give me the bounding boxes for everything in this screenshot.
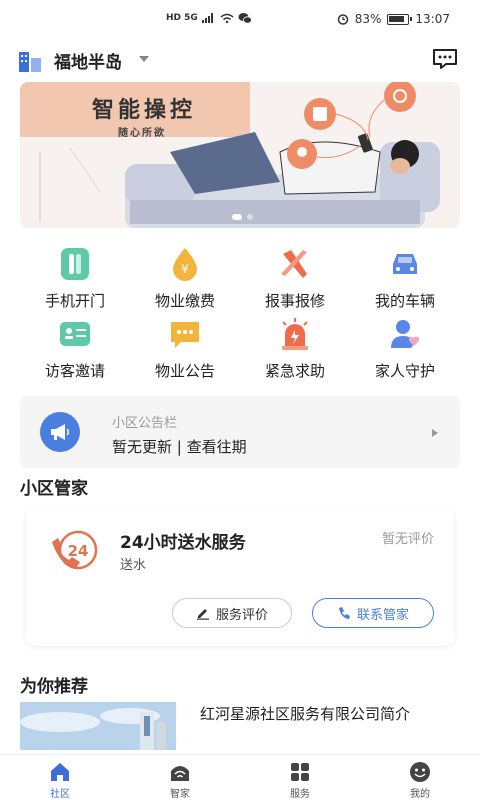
clock: 13:07 — [415, 12, 450, 26]
section-title-butler: 小区管家 — [20, 479, 88, 499]
door-icon — [61, 248, 89, 280]
community-selector[interactable]: 福地半岛 — [54, 48, 122, 73]
grid-label: 报事报修 — [264, 292, 325, 310]
chevron-down-icon[interactable] — [139, 56, 149, 62]
tab-smart-home[interactable]: 智家 — [120, 755, 240, 800]
wifi-icon — [220, 13, 234, 23]
notice-board[interactable]: 小区公告栏 暂无更新 | 查看往期 — [20, 396, 460, 468]
banner-illustration — [20, 82, 460, 228]
grid-row-2: 访客邀请 物业公告 紧急求助 家人守护 — [20, 316, 460, 386]
tab-community[interactable]: 社区 — [0, 755, 120, 800]
megaphone-icon — [40, 412, 80, 452]
car-icon — [393, 254, 417, 274]
signal-icon — [201, 13, 213, 23]
grid-label: 家人守护 — [374, 362, 435, 380]
evaluate-button[interactable]: 服务评价 — [172, 598, 292, 628]
tab-services[interactable]: 服务 — [240, 755, 360, 800]
grid-item-property-notice[interactable]: 物业公告 — [130, 316, 240, 386]
grid-item-repair[interactable]: 报事报修 — [240, 246, 350, 316]
grid-label: 访客邀请 — [44, 362, 105, 380]
service-rating: 暂无评价 — [381, 532, 434, 547]
heart-user-icon — [391, 320, 420, 348]
notice-link[interactable]: 暂无更新 | 查看往期 — [112, 436, 247, 457]
chevron-right-icon — [432, 429, 438, 437]
battery-percent: 83% — [354, 12, 382, 26]
wrench-icon — [281, 250, 307, 278]
contact-butler-button[interactable]: 联系管家 — [312, 598, 434, 628]
message-icon[interactable] — [432, 48, 458, 70]
grid-label: 物业公告 — [154, 362, 215, 380]
tab-mine[interactable]: 我的 — [360, 755, 480, 800]
alarm-icon — [337, 14, 348, 25]
grid-row-1: 手机开门 ¥ 物业缴费 报事报修 我的车辆 — [20, 246, 460, 316]
notice-title: 小区公告栏 — [112, 416, 178, 431]
tab-label: 我的 — [410, 789, 430, 800]
tab-label: 社区 — [50, 789, 70, 800]
service-category: 送水 — [120, 558, 147, 573]
grid-label: 物业缴费 — [154, 292, 215, 310]
function-grid: 手机开门 ¥ 物业缴费 报事报修 我的车辆 访客邀请 物业公告 紧急求助 家人守… — [20, 246, 460, 386]
recommend-title[interactable]: 红河星源社区服务有限公司简介 — [200, 704, 450, 724]
section-title-recommend: 为你推荐 — [20, 677, 88, 697]
phone-24h-icon: 24 — [52, 530, 98, 570]
pencil-icon — [196, 609, 209, 620]
service-card[interactable]: 24 24小时送水服务 送水 暂无评价 服务评价 联系管家 — [26, 508, 454, 646]
promo-banner[interactable]: 智能操控 随心所欲 — [20, 82, 460, 228]
grid-item-emergency[interactable]: 紧急求助 — [240, 316, 350, 386]
yen-drop-icon: ¥ — [173, 248, 197, 281]
banner-subtitle: 随心所欲 — [118, 128, 166, 139]
banner-pagination — [232, 214, 253, 220]
grid-label: 我的车辆 — [374, 292, 435, 310]
network-label: HD 5G — [166, 13, 198, 23]
banner-dot-active[interactable] — [232, 214, 242, 220]
siren-icon — [282, 318, 308, 350]
grid-label: 紧急求助 — [264, 362, 325, 380]
status-signal: HD 5G — [166, 12, 252, 24]
tab-label: 智家 — [170, 789, 190, 800]
chat-bubble-icon — [171, 322, 199, 348]
banner-dot[interactable] — [247, 214, 253, 220]
phone-icon — [338, 607, 350, 619]
id-card-icon — [60, 322, 90, 346]
banner-title: 智能操控 — [92, 98, 197, 123]
status-bar: HD 5G 83% 13:07 — [0, 0, 480, 40]
status-right: 83% 13:07 — [337, 12, 450, 26]
contact-label: 联系管家 — [356, 607, 409, 623]
wechat-icon — [238, 13, 252, 24]
grid-label: 手机开门 — [44, 292, 105, 310]
grid-item-my-car[interactable]: 我的车辆 — [350, 246, 460, 316]
icon-24-text: 24 — [68, 542, 89, 560]
grid-item-phone-door[interactable]: 手机开门 — [20, 246, 130, 316]
evaluate-label: 服务评价 — [215, 607, 268, 623]
wifi-home-icon — [171, 766, 189, 781]
grid-item-visitor-invite[interactable]: 访客邀请 — [20, 316, 130, 386]
face-icon — [410, 762, 430, 782]
grid-item-property-fee[interactable]: ¥ 物业缴费 — [130, 246, 240, 316]
tab-label: 服务 — [290, 789, 310, 800]
svg-text:¥: ¥ — [181, 262, 189, 276]
service-title: 24小时送水服务 — [120, 533, 246, 553]
battery-icon — [387, 13, 413, 25]
bottom-tab-bar: 社区 智家 服务 我的 — [0, 754, 480, 800]
header: 福地半岛 — [0, 42, 480, 78]
grid-item-family-guard[interactable]: 家人守护 — [350, 316, 460, 386]
grid-icon — [291, 763, 309, 781]
home-icon — [51, 763, 69, 781]
building-logo-icon — [19, 52, 41, 72]
recommend-image[interactable] — [20, 702, 176, 750]
